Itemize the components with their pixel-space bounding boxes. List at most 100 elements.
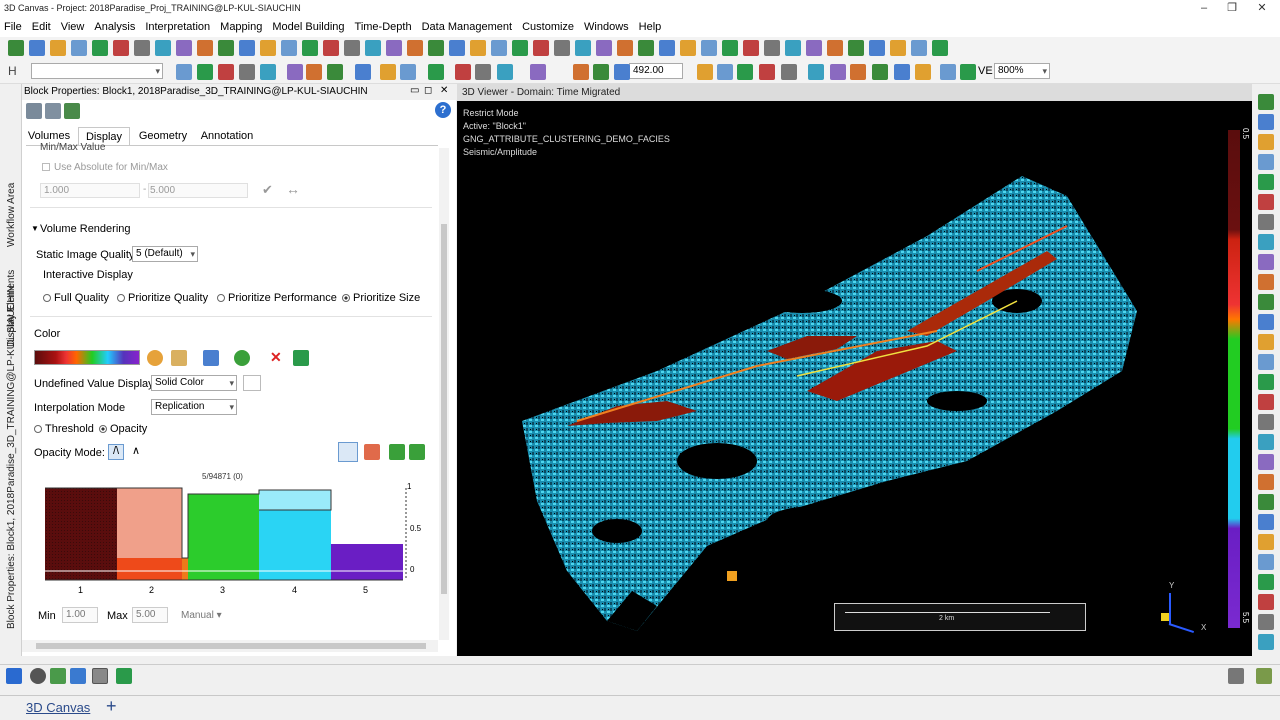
side-tool-icon[interactable] [1258, 454, 1274, 470]
use-absolute-checkbox[interactable]: Use Absolute for Min/Max [42, 162, 168, 173]
undefined-value-select[interactable]: Solid Color [151, 375, 237, 391]
grid-icon[interactable] [6, 668, 22, 684]
side-tool-icon[interactable] [1258, 514, 1274, 530]
toolbar-tool-icon[interactable] [197, 40, 213, 56]
toolbar-tool-icon[interactable] [554, 40, 570, 56]
toolbar-tool-icon[interactable] [890, 40, 906, 56]
toolbar-tool-icon[interactable] [785, 40, 801, 56]
toolbar-tool-icon[interactable] [71, 40, 87, 56]
slice-number-input[interactable]: 492.00 [629, 63, 683, 79]
toolbar-tool-icon[interactable] [737, 64, 753, 80]
side-tool-icon[interactable] [1258, 554, 1274, 570]
undefined-color-swatch[interactable] [243, 375, 261, 391]
side-tool-icon[interactable] [1258, 194, 1274, 210]
side-tool-icon[interactable] [1258, 94, 1274, 110]
radio-threshold[interactable]: Threshold [34, 423, 94, 435]
minimize-icon[interactable]: – [1190, 0, 1218, 17]
toolbar-tool-icon[interactable] [302, 40, 318, 56]
min-spinner[interactable]: 1.00 [62, 607, 98, 623]
toolbar-tool-icon[interactable] [113, 40, 129, 56]
delete-color-icon[interactable]: ✕ [270, 349, 282, 366]
tab-3d-canvas[interactable]: 3D Canvas [26, 700, 90, 715]
toolbar-tool-icon[interactable] [830, 64, 846, 80]
tab-annotation[interactable]: Annotation [196, 127, 258, 145]
toolbar-tool-icon[interactable] [239, 40, 255, 56]
toolbar-tool-icon[interactable] [428, 64, 444, 80]
import-color-icon[interactable] [293, 350, 309, 366]
toolbar-tool-icon[interactable] [593, 64, 609, 80]
side-tool-icon[interactable] [1258, 594, 1274, 610]
toolbar-tool-icon[interactable] [491, 40, 507, 56]
toolbar-tool-icon[interactable] [50, 40, 66, 56]
radio-full-quality[interactable]: Full Quality [43, 292, 109, 304]
3d-viewer[interactable]: Restrict Mode Active: "Block1" GNG_ATTRI… [457, 101, 1219, 656]
opacity-mode-linear-icon[interactable]: /\ [108, 444, 124, 460]
toolbar-tool-icon[interactable] [848, 40, 864, 56]
toolbar-tool-icon[interactable] [197, 64, 213, 80]
toolbar-tool-icon[interactable] [659, 40, 675, 56]
toolbar-tool-icon[interactable] [386, 40, 402, 56]
toolbar-tool-icon[interactable] [260, 64, 276, 80]
interpolation-select[interactable]: Replication [151, 399, 237, 415]
toolbar-tool-icon[interactable] [92, 40, 108, 56]
side-tool-icon[interactable] [1258, 134, 1274, 150]
toolbar-tool-icon[interactable] [344, 40, 360, 56]
side-tool-icon[interactable] [1258, 354, 1274, 370]
select-icon[interactable] [92, 668, 108, 684]
radio-prioritize-size[interactable]: Prioritize Size [342, 292, 420, 304]
toolbar-tool-icon[interactable] [176, 64, 192, 80]
restore-icon[interactable]: ❐ [1218, 0, 1246, 17]
tools-icon[interactable] [26, 103, 42, 119]
close-icon[interactable]: ✕ [1248, 0, 1276, 17]
panel-pin-icon[interactable]: ▭ [410, 85, 419, 96]
toolbar-tool-icon[interactable] [239, 64, 255, 80]
toolbar-tool-icon[interactable] [915, 64, 931, 80]
toolbar-tool-icon[interactable] [29, 40, 45, 56]
side-tool-icon[interactable] [1258, 174, 1274, 190]
help-icon[interactable]: ? [435, 102, 451, 118]
menu-mapping[interactable]: Mapping [220, 21, 262, 33]
opacity-mode-curve-icon[interactable]: ∧ [128, 444, 144, 460]
side-tool-icon[interactable] [1258, 374, 1274, 390]
toolbar-tool-icon[interactable] [869, 40, 885, 56]
apply-check-icon[interactable]: ✔ [262, 182, 273, 198]
vtab-display-elements[interactable]: Display Elements [6, 270, 17, 347]
swap-arrows-icon[interactable]: ↔ [286, 181, 300, 197]
manual-select[interactable]: Manual ▾ [181, 610, 222, 621]
toolbar-tool-icon[interactable] [449, 40, 465, 56]
toolbar-tool-icon[interactable] [573, 64, 589, 80]
horizon-select[interactable] [31, 63, 163, 79]
menu-data-management[interactable]: Data Management [422, 21, 513, 33]
toolbar-tool-icon[interactable] [470, 40, 486, 56]
toolbar-tool-icon[interactable] [638, 40, 654, 56]
toolbar-tool-icon[interactable] [530, 64, 546, 80]
toolbar-tool-icon[interactable] [596, 40, 612, 56]
toolbar-tool-icon[interactable] [327, 64, 343, 80]
toolbar-tool-icon[interactable] [355, 64, 371, 80]
toolbar-tool-icon[interactable] [894, 64, 910, 80]
toolbar-tool-icon[interactable] [455, 64, 471, 80]
toolbar-tool-icon[interactable] [697, 64, 713, 80]
toolbar-tool-icon[interactable] [287, 64, 303, 80]
toolbar-tool-icon[interactable] [400, 64, 416, 80]
max-value-field[interactable]: 5.000 [148, 183, 248, 198]
toolbar-tool-icon[interactable] [512, 40, 528, 56]
side-tool-icon[interactable] [1258, 434, 1274, 450]
toolbar-tool-icon[interactable] [176, 40, 192, 56]
menu-help[interactable]: Help [639, 21, 662, 33]
side-tool-icon[interactable] [1258, 534, 1274, 550]
radio-prioritize-performance[interactable]: Prioritize Performance [217, 292, 337, 304]
toolbar-tool-icon[interactable] [743, 40, 759, 56]
panel-h-scrollbar[interactable] [22, 640, 438, 652]
static-quality-select[interactable]: 5 (Default) [132, 246, 198, 262]
vtab-workflow-area[interactable]: Workflow Area [6, 183, 17, 247]
toolbar-tool-icon[interactable] [614, 64, 630, 80]
toolbar-tool-icon[interactable] [850, 64, 866, 80]
panel-float-icon[interactable]: ◻ [424, 85, 432, 96]
toolbar-tool-icon[interactable] [497, 64, 513, 80]
side-tool-icon[interactable] [1258, 294, 1274, 310]
toolbar-tool-icon[interactable] [759, 64, 775, 80]
color-palette-icon[interactable] [147, 350, 163, 366]
menu-view[interactable]: View [61, 21, 85, 33]
toolbar-tool-icon[interactable] [8, 40, 24, 56]
